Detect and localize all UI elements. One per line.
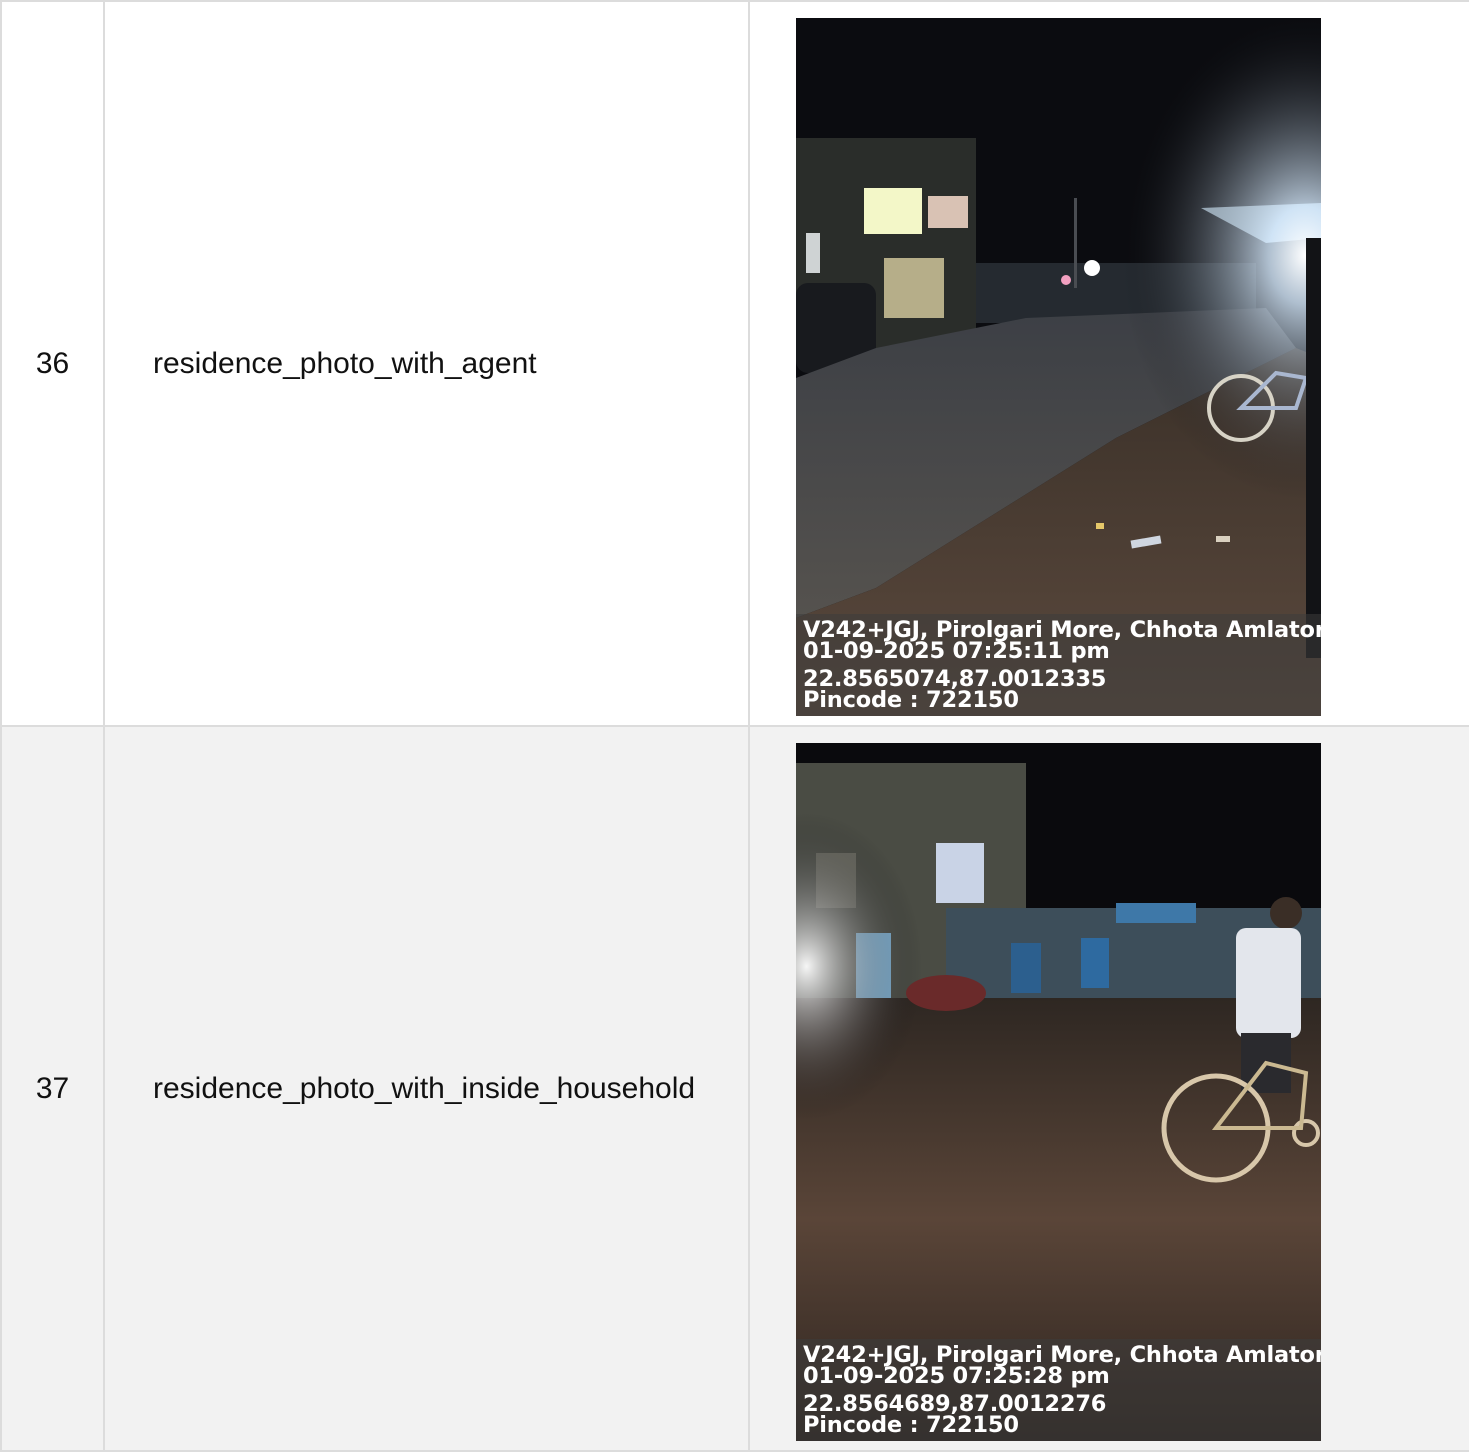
table-row: 36 residence_photo_with_agent V242+JGJ, … [0, 0, 1469, 727]
stamp-datetime: 01-09-2025 07:25:11 pm [803, 638, 1110, 664]
row-number: 37 [0, 725, 105, 1452]
stamp-datetime: 01-09-2025 07:25:28 pm [803, 1363, 1110, 1389]
photo-table: 36 residence_photo_with_agent V242+JGJ, … [0, 0, 1469, 1452]
stamp-pincode: Pincode : 722150 [803, 1412, 1019, 1438]
geotag-stamp: V242+JGJ, Pirolgari More, Chhota Amlator… [796, 1339, 1321, 1441]
document-page: 36 residence_photo_with_agent V242+JGJ, … [0, 0, 1469, 1452]
stamp-pincode: Pincode : 722150 [803, 687, 1019, 713]
field-name: residence_photo_with_inside_household [103, 725, 750, 1452]
row-number: 36 [0, 0, 105, 727]
photo-cell: V242+JGJ, Pirolgari More, Chhota Amlator… [748, 0, 1469, 727]
geotag-stamp: V242+JGJ, Pirolgari More, Chhota Amlator… [796, 614, 1321, 716]
house-night-photo[interactable]: V242+JGJ, Pirolgari More, Chhota Amlator… [796, 743, 1321, 1441]
photo-scene [796, 18, 1321, 716]
photo-scene [796, 743, 1321, 1441]
table-row: 37 residence_photo_with_inside_household [0, 725, 1469, 1452]
photo-cell: V242+JGJ, Pirolgari More, Chhota Amlator… [748, 725, 1469, 1452]
field-name: residence_photo_with_agent [103, 0, 750, 727]
street-night-photo[interactable]: V242+JGJ, Pirolgari More, Chhota Amlator… [796, 18, 1321, 716]
